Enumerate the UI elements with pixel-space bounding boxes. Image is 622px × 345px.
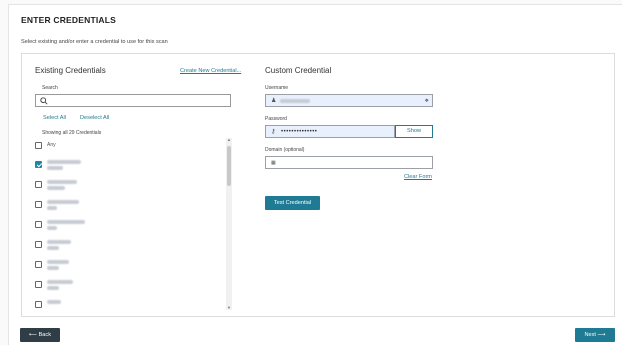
credential-checkbox[interactable] xyxy=(35,281,42,288)
password-label: Password xyxy=(265,116,287,122)
credential-checkbox[interactable] xyxy=(35,221,42,228)
list-item[interactable] xyxy=(35,280,225,299)
domain-label: Domain (optional) xyxy=(265,147,305,153)
custom-credential-heading: Custom Credential xyxy=(265,66,332,75)
redacted-text xyxy=(47,286,59,290)
credential-checkbox[interactable] xyxy=(35,161,42,168)
credentials-window: ENTER CREDENTIALS Select existing and/or… xyxy=(8,4,622,345)
next-button[interactable]: Next ⟶ xyxy=(575,328,615,342)
redacted-text xyxy=(47,226,57,230)
redacted-text xyxy=(47,166,63,170)
list-item[interactable] xyxy=(35,240,225,259)
redacted-text xyxy=(47,200,79,204)
redacted-text xyxy=(47,266,59,270)
search-icon xyxy=(40,97,48,105)
redacted-text xyxy=(47,160,81,164)
page-subtitle: Select existing and/or enter a credentia… xyxy=(21,39,168,45)
redacted-text xyxy=(47,180,77,184)
redacted-text xyxy=(47,246,59,250)
credential-checkbox[interactable] xyxy=(35,301,42,308)
redacted-text xyxy=(47,300,61,304)
redacted-text xyxy=(280,99,310,103)
deselect-all-link[interactable]: Deselect All xyxy=(80,115,109,121)
list-scrollbar[interactable]: ▲ ▼ xyxy=(226,138,232,310)
credentials-panel: Existing Credentials Create New Credenti… xyxy=(21,53,615,317)
list-item[interactable] xyxy=(35,260,225,279)
redacted-text xyxy=(47,206,57,210)
search-input[interactable] xyxy=(35,94,231,107)
next-label: Next xyxy=(584,332,596,338)
redacted-text xyxy=(47,240,71,244)
page-title: ENTER CREDENTIALS xyxy=(21,15,117,25)
test-credential-button[interactable]: Test Credential xyxy=(265,196,320,210)
redacted-text xyxy=(47,260,69,264)
select-all-link[interactable]: Select All xyxy=(43,115,66,121)
autofill-key-icon[interactable]: ❖ xyxy=(425,98,429,104)
credential-checkbox[interactable] xyxy=(35,261,42,268)
list-item[interactable] xyxy=(35,200,225,219)
back-label: Back xyxy=(38,332,52,338)
user-icon: ♟ xyxy=(271,98,277,104)
username-label: Username xyxy=(265,85,289,91)
create-new-credential-link[interactable]: Create New Credential... xyxy=(180,68,241,74)
arrow-left-icon: ⟵ xyxy=(28,332,38,338)
credential-checkbox[interactable] xyxy=(35,142,42,149)
list-item[interactable]: Any xyxy=(35,142,225,160)
arrow-right-icon: ⟶ xyxy=(597,332,606,338)
credential-checkbox[interactable] xyxy=(35,241,42,248)
back-button[interactable]: ⟵ Back xyxy=(20,328,60,342)
redacted-text xyxy=(47,186,65,190)
domain-field[interactable]: ▦ xyxy=(265,156,433,169)
credential-count: Showing all 29 Credentials xyxy=(42,130,102,136)
credential-label: Any xyxy=(47,142,56,148)
scrollbar-thumb[interactable] xyxy=(227,146,231,186)
list-item[interactable] xyxy=(35,300,225,312)
list-item[interactable] xyxy=(35,160,225,179)
list-item[interactable] xyxy=(35,220,225,239)
credential-checkbox[interactable] xyxy=(35,201,42,208)
search-label: Search xyxy=(42,85,58,91)
username-field[interactable]: ♟ ❖ xyxy=(265,94,433,107)
list-item[interactable] xyxy=(35,180,225,199)
password-value: •••••••••••••• xyxy=(281,129,318,135)
domain-icon: ▦ xyxy=(271,160,276,166)
scroll-up-icon[interactable]: ▲ xyxy=(227,138,231,142)
redacted-text xyxy=(47,280,73,284)
scroll-down-icon[interactable]: ▼ xyxy=(227,306,231,310)
existing-credentials-heading: Existing Credentials xyxy=(35,66,106,75)
show-password-button[interactable]: Show xyxy=(395,125,433,138)
password-field[interactable]: ⚷ •••••••••••••• xyxy=(265,125,395,138)
redacted-text xyxy=(47,220,85,224)
clear-form-link[interactable]: Clear Form xyxy=(404,174,432,180)
key-icon: ⚷ xyxy=(271,129,276,135)
credentials-list: Any xyxy=(35,140,240,312)
credential-checkbox[interactable] xyxy=(35,181,42,188)
